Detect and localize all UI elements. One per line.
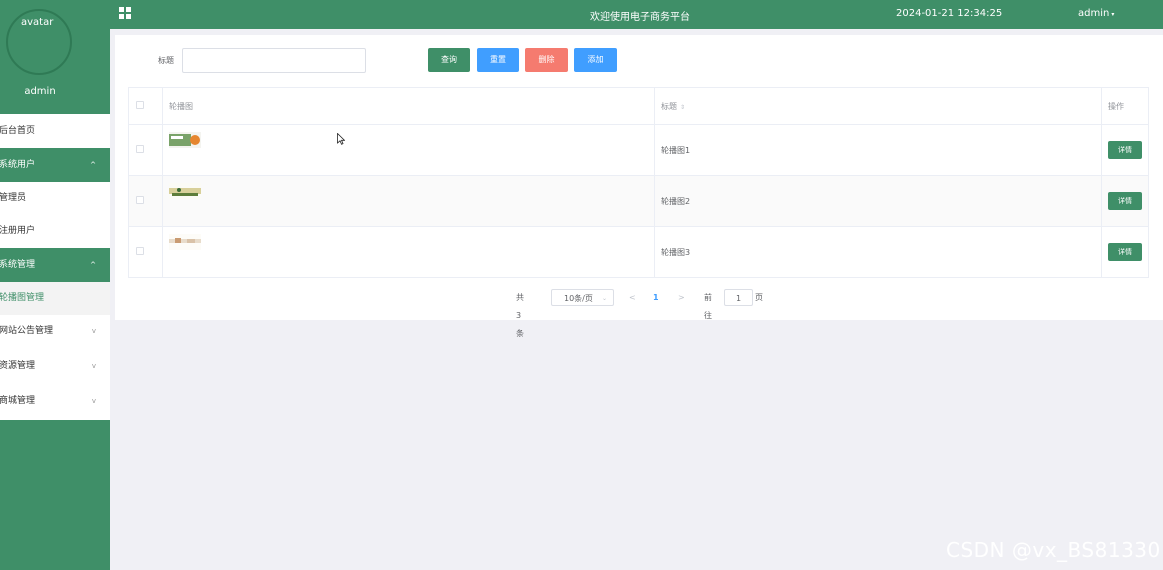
title-filter-label: 标题 xyxy=(158,56,174,65)
goto-unit-label: 页 xyxy=(755,293,763,302)
carousel-thumbnail xyxy=(169,132,201,148)
current-datetime: 2024-01-21 12:34:25 xyxy=(896,8,1003,19)
sidebar-group-system-users[interactable]: 系统用户 ^ xyxy=(0,148,110,182)
sidebar-menu: 后台首页 系统用户 ^ 管理员 注册用户 系统管理 ^ 轮播图管理 网站公告管理… xyxy=(0,114,110,420)
carousel-thumbnail xyxy=(169,234,201,250)
sort-icon[interactable]: ⇕ xyxy=(680,104,685,111)
table-row: 轮播图1 详情 xyxy=(129,125,1148,176)
row-title: 轮播图2 xyxy=(661,197,691,206)
grid-menu-icon[interactable] xyxy=(119,7,132,20)
mouse-cursor-icon xyxy=(337,133,345,145)
site-title: 欢迎使用电子商务平台 xyxy=(590,12,690,23)
carousel-thumbnail xyxy=(169,183,201,199)
add-button[interactable]: 添加 xyxy=(574,48,617,72)
sidebar-item-admins[interactable]: 管理员 xyxy=(0,182,110,215)
prev-page-button[interactable]: < xyxy=(629,289,636,307)
chevron-up-icon: ^ xyxy=(90,261,96,269)
sidebar-item-registered-users[interactable]: 注册用户 xyxy=(0,215,110,248)
goto-label: 前往 xyxy=(704,293,712,320)
column-header-image: 轮播图 xyxy=(169,102,193,111)
watermark-text: CSDN @vx_BS81330 xyxy=(946,538,1161,562)
sidebar-item-label: 管理员 xyxy=(0,193,27,203)
column-header-title: 标题 xyxy=(661,102,677,111)
delete-button[interactable]: 删除 xyxy=(525,48,568,72)
pagination-total: 共 3 条 xyxy=(516,293,524,338)
title-filter-input[interactable] xyxy=(182,48,366,73)
detail-button[interactable]: 详情 xyxy=(1108,243,1142,261)
sidebar-item-label: 商城管理 xyxy=(0,396,36,406)
page-size-select[interactable]: 10条/页 ⌄ xyxy=(551,289,614,306)
detail-button[interactable]: 详情 xyxy=(1108,141,1142,159)
chevron-down-icon: ⌄ xyxy=(601,295,607,302)
chevron-down-icon: v xyxy=(91,397,96,405)
sidebar-item-label: 注册用户 xyxy=(0,226,36,236)
account-menu[interactable]: admin ▾ xyxy=(1078,8,1114,19)
caret-down-icon: ▾ xyxy=(1111,11,1115,18)
select-all-checkbox[interactable] xyxy=(136,101,144,109)
top-bar: 欢迎使用电子商务平台 2024-01-21 12:34:25 admin ▾ xyxy=(110,0,1163,29)
next-page-button[interactable]: > xyxy=(678,289,685,307)
sidebar-item-label: 资源管理 xyxy=(0,361,36,371)
chevron-up-icon: ^ xyxy=(90,161,96,169)
sidebar-item-label: 后台首页 xyxy=(0,126,36,136)
avatar[interactable]: avatar xyxy=(6,9,72,75)
column-header-action: 操作 xyxy=(1108,102,1124,111)
row-checkbox[interactable] xyxy=(136,247,144,255)
chevron-down-icon: v xyxy=(91,362,96,370)
detail-button[interactable]: 详情 xyxy=(1108,192,1142,210)
table-row: 轮播图3 详情 xyxy=(129,227,1148,278)
sidebar-item-label: 网站公告管理 xyxy=(0,326,54,336)
row-checkbox[interactable] xyxy=(136,196,144,204)
sidebar-item-label: 系统用户 xyxy=(0,160,36,170)
row-title: 轮播图3 xyxy=(661,248,691,257)
sidebar-group-announcements[interactable]: 网站公告管理 v xyxy=(0,315,110,350)
sidebar-username: admin xyxy=(24,86,56,97)
sidebar-group-mall[interactable]: 商城管理 v xyxy=(0,385,110,420)
chevron-down-icon: v xyxy=(91,327,96,335)
reset-button[interactable]: 重置 xyxy=(477,48,519,72)
sidebar-item-label: 轮播图管理 xyxy=(0,293,45,303)
sidebar: avatar admin 后台首页 系统用户 ^ 管理员 注册用户 系统管理 ^… xyxy=(0,0,110,570)
account-name: admin xyxy=(1078,8,1110,19)
sidebar-group-resources[interactable]: 资源管理 v xyxy=(0,350,110,385)
user-profile: avatar admin xyxy=(0,0,110,114)
goto-page-input[interactable]: 1 xyxy=(724,289,753,306)
sidebar-item-carousel[interactable]: 轮播图管理 xyxy=(0,282,110,315)
row-title: 轮播图1 xyxy=(661,146,691,155)
table-row: 轮播图2 详情 xyxy=(129,176,1148,227)
search-button[interactable]: 查询 xyxy=(428,48,470,72)
row-checkbox[interactable] xyxy=(136,145,144,153)
carousel-table: 轮播图 标题 ⇕ 操作 轮播图1 详情 轮播图2 详情 轮播图3 详情 xyxy=(128,87,1149,278)
avatar-alt-text: avatar xyxy=(21,17,54,28)
column-header-title-sortable[interactable]: 标题 ⇕ xyxy=(655,88,1102,124)
sidebar-item-home[interactable]: 后台首页 xyxy=(0,114,110,148)
main-content: 标题 查询 重置 删除 添加 轮播图 标题 ⇕ 操作 轮播图1 详情 轮播图2 … xyxy=(115,35,1163,338)
page-number-current[interactable]: 1 xyxy=(653,289,659,307)
page-size-value: 10条/页 xyxy=(564,294,593,303)
sidebar-group-system-management[interactable]: 系统管理 ^ xyxy=(0,248,110,282)
table-header: 轮播图 标题 ⇕ 操作 xyxy=(129,88,1148,125)
sidebar-item-label: 系统管理 xyxy=(0,260,36,270)
